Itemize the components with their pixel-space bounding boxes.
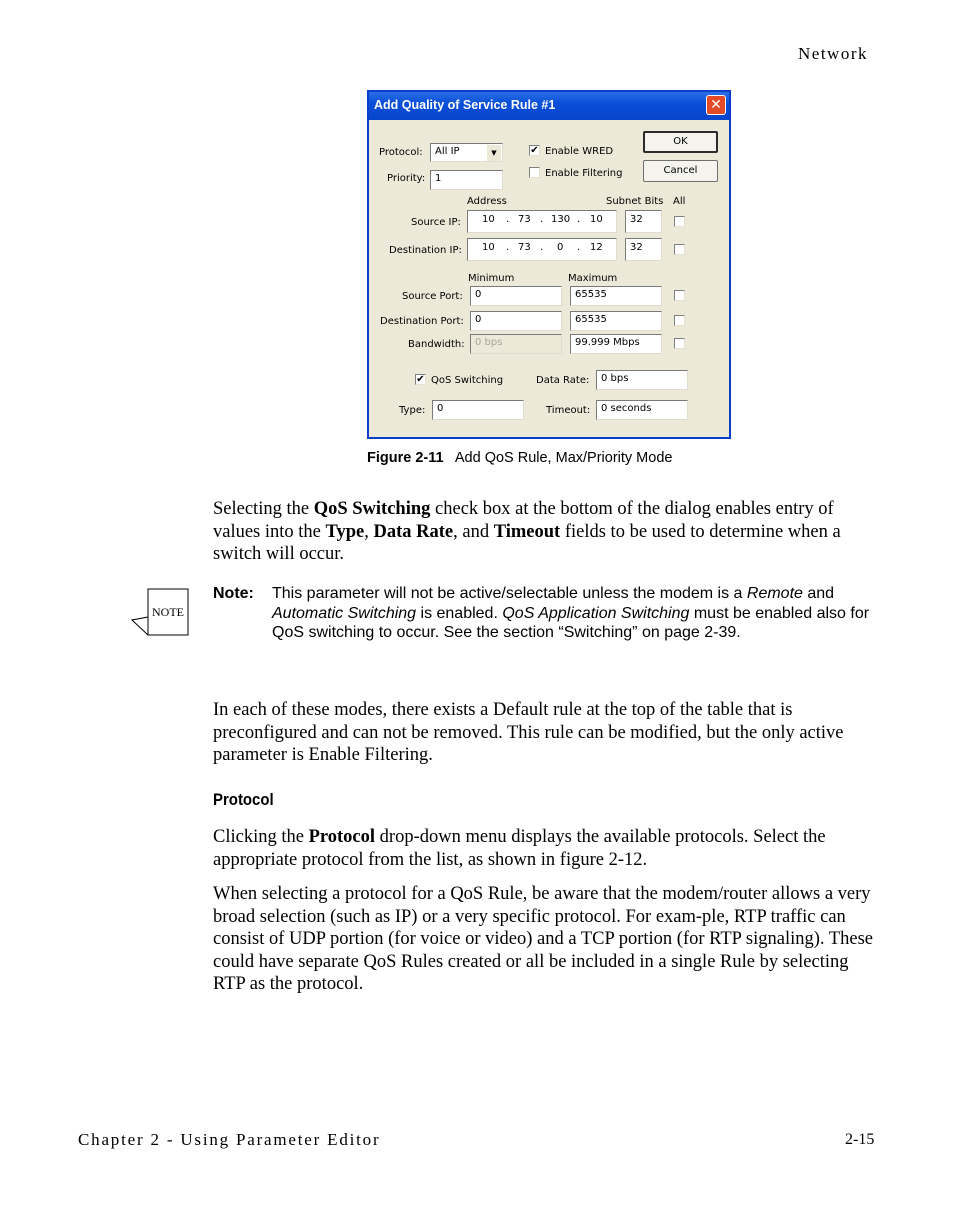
bandwidth-max-field[interactable]: 99.999 Mbps (570, 334, 662, 354)
source-port-max-field[interactable]: 65535 (570, 286, 662, 306)
enable-wred-label: Enable WRED (545, 146, 614, 157)
note-icon: NOTE (131, 588, 189, 636)
destination-port-min-field[interactable]: 0 (470, 311, 562, 331)
source-ip-octet: 130 (551, 214, 571, 225)
timeout-field[interactable]: 0 seconds (596, 400, 688, 420)
timeout-label: Timeout: (546, 405, 591, 416)
destination-ip-octet: 10 (482, 242, 495, 253)
source-ip-field[interactable]: 10 . 73 . 130 . 10 (467, 210, 617, 233)
source-port-label: Source Port: (402, 291, 463, 302)
source-subnet-field[interactable]: 32 (625, 210, 662, 233)
running-header: Network (798, 44, 868, 63)
qos-switching-label: QoS Switching (431, 375, 504, 386)
protocol-dropdown[interactable]: All IP ▼ (430, 143, 503, 162)
enable-filtering-label: Enable Filtering (545, 168, 623, 179)
minimum-column-header: Minimum (468, 273, 515, 284)
destination-ip-label: Destination IP: (389, 245, 462, 256)
subnet-bits-column-header: Subnet Bits (606, 196, 664, 207)
source-port-all-checkbox[interactable] (674, 290, 685, 301)
bandwidth-min-field: 0 bps (470, 334, 562, 354)
qos-switching-checkbox[interactable]: ✔ (415, 374, 426, 385)
footer-chapter: Chapter 2 - Using Parameter Editor (78, 1130, 381, 1149)
priority-label: Priority: (387, 173, 426, 184)
destination-ip-field[interactable]: 10 . 73 . 0 . 12 (467, 238, 617, 261)
close-button[interactable]: ✕ (706, 95, 726, 115)
source-ip-all-checkbox[interactable] (674, 216, 685, 227)
footer-page-number: 2-15 (845, 1131, 875, 1148)
data-rate-field[interactable]: 0 bps (596, 370, 688, 390)
bandwidth-all-checkbox[interactable] (674, 338, 685, 349)
destination-port-label: Destination Port: (380, 316, 464, 327)
paragraph-protocol-dropdown: Clicking the Protocol drop-down menu dis… (213, 827, 826, 870)
check-icon: ✔ (416, 374, 425, 385)
note-label: Note: (213, 585, 254, 602)
enable-filtering-checkbox[interactable] (529, 167, 540, 178)
paragraph-qos-switching: Selecting the QoS Switching check box at… (213, 499, 841, 564)
destination-port-max-field[interactable]: 65535 (570, 311, 662, 331)
qos-rule-dialog: Add Quality of Service Rule #1 ✕ Protoco… (367, 90, 731, 439)
source-port-min-field[interactable]: 0 (470, 286, 562, 306)
dialog-title: Add Quality of Service Rule #1 (374, 98, 556, 112)
destination-subnet-field[interactable]: 32 (625, 238, 662, 261)
source-ip-label: Source IP: (411, 217, 461, 228)
type-label: Type: (399, 405, 426, 416)
figure-caption: Figure 2-11 Add QoS Rule, Max/Priority M… (367, 450, 672, 466)
close-icon: ✕ (710, 97, 722, 113)
destination-ip-all-checkbox[interactable] (674, 244, 685, 255)
paragraph-default-rule: In each of these modes, there exists a D… (213, 700, 844, 765)
chevron-down-icon: ▼ (487, 145, 501, 161)
type-field[interactable]: 0 (432, 400, 524, 420)
note-icon-text: NOTE (152, 605, 184, 619)
data-rate-label: Data Rate: (536, 375, 590, 386)
destination-ip-octet: 0 (557, 242, 564, 253)
destination-port-all-checkbox[interactable] (674, 315, 685, 326)
dialog-titlebar: Add Quality of Service Rule #1 ✕ (369, 92, 729, 120)
address-column-header: Address (467, 196, 507, 207)
all-column-header: All (673, 196, 686, 207)
destination-ip-octet: 73 (518, 242, 531, 253)
figure-number: Figure 2-11 (367, 450, 444, 466)
note-callout: Note: This parameter will not be active/… (213, 584, 883, 641)
priority-field[interactable]: 1 (430, 170, 503, 190)
source-ip-octet: 10 (590, 214, 603, 225)
source-ip-octet: 10 (482, 214, 495, 225)
ok-button[interactable]: OK (643, 131, 718, 153)
maximum-column-header: Maximum (568, 273, 618, 284)
source-ip-octet: 73 (518, 214, 531, 225)
destination-ip-octet: 12 (590, 242, 603, 253)
section-heading-protocol: Protocol (213, 790, 274, 809)
figure-caption-text: Add QoS Rule, Max/Priority Mode (454, 450, 673, 466)
note-body: This parameter will not be active/select… (272, 585, 870, 641)
enable-wred-checkbox[interactable]: ✔ (529, 145, 540, 156)
protocol-value: All IP (435, 146, 460, 157)
bandwidth-label: Bandwidth: (408, 339, 465, 350)
cancel-button[interactable]: Cancel (643, 160, 718, 182)
protocol-label: Protocol: (379, 147, 423, 158)
check-icon: ✔ (530, 145, 539, 156)
paragraph-protocol-selection: When selecting a protocol for a QoS Rule… (213, 884, 873, 994)
